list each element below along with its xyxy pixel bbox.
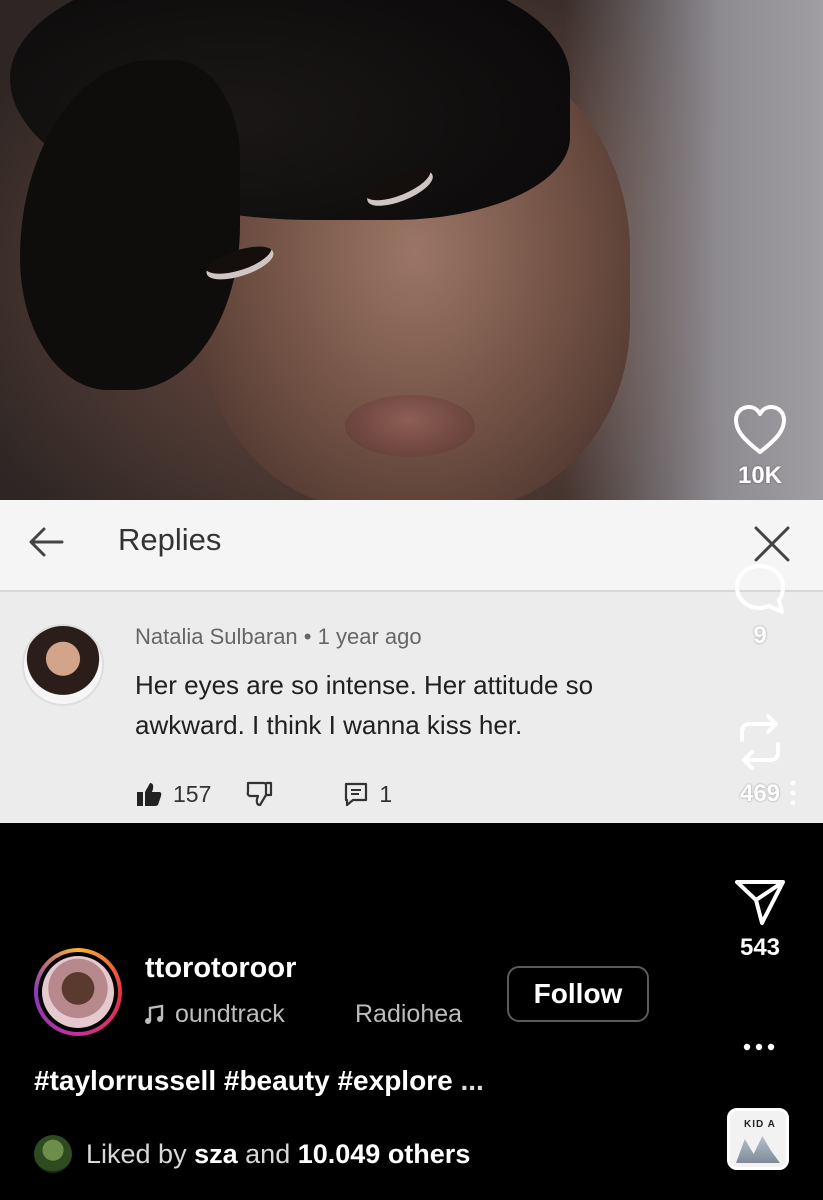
follow-button[interactable]: Follow bbox=[507, 966, 649, 1022]
audio-info[interactable]: oundtrack Radiohea bbox=[143, 1000, 485, 1029]
more-vertical-icon[interactable] bbox=[788, 778, 798, 808]
replies-title: Replies bbox=[118, 522, 222, 557]
more-horizontal-icon[interactable] bbox=[742, 1042, 776, 1052]
photo-lips bbox=[345, 395, 475, 457]
author-username[interactable]: ttorotoroor bbox=[145, 952, 296, 985]
author-avatar[interactable] bbox=[34, 948, 122, 1036]
comment-text: Her eyes are so intense. Her attitude so… bbox=[135, 670, 594, 740]
like-button[interactable]: 10K bbox=[715, 404, 805, 490]
reply-icon bbox=[345, 782, 368, 807]
share-button[interactable]: 543 bbox=[715, 876, 805, 962]
share-count-rail: 543 bbox=[739, 934, 781, 961]
repost-count-rail: 469 bbox=[739, 780, 781, 807]
caption-text: #taylorrussell #beauty #explore bbox=[34, 1065, 453, 1096]
liked-by-row[interactable]: Liked by sza and 10.049 others bbox=[34, 1135, 470, 1173]
comment-meta: Natalia Sulbaran • 1 year ago bbox=[135, 624, 422, 650]
replies-header: Replies bbox=[0, 500, 823, 592]
audio-thumb-art bbox=[736, 1136, 780, 1163]
send-icon bbox=[735, 880, 785, 925]
liked-prefix: Liked by bbox=[86, 1138, 187, 1169]
comment-actions: 157 1 bbox=[135, 777, 392, 811]
thumbs-down-icon bbox=[247, 781, 273, 807]
repost-icon bbox=[740, 714, 780, 770]
heart-icon bbox=[734, 405, 786, 454]
close-icon bbox=[754, 526, 790, 562]
liked-user[interactable]: sza bbox=[194, 1139, 238, 1170]
post-caption[interactable]: #taylorrussell #beauty #explore ... bbox=[34, 1065, 484, 1097]
back-arrow-icon bbox=[29, 527, 64, 557]
commenter-avatar bbox=[22, 624, 104, 706]
audio-artist: Radiohea bbox=[355, 1000, 463, 1028]
thumbs-up-icon bbox=[137, 783, 162, 806]
comment-button[interactable]: 9 bbox=[715, 562, 805, 650]
audio-thumb-title: KID A bbox=[744, 1119, 776, 1130]
liked-mid: and bbox=[245, 1138, 291, 1169]
comment-screenshot: Replies Natalia Sulbaran • 1 year ago He… bbox=[0, 500, 823, 823]
music-note-icon bbox=[145, 1004, 164, 1024]
caption-more[interactable]: ... bbox=[460, 1065, 483, 1096]
liked-count[interactable]: 10.049 others bbox=[298, 1139, 471, 1170]
author-avatar-image bbox=[42, 956, 114, 1028]
comment-count-rail: 9 bbox=[753, 622, 767, 649]
comment-time: 1 year ago bbox=[317, 624, 422, 649]
audio-thumbnail[interactable]: KID A bbox=[727, 1108, 789, 1170]
liker-avatar bbox=[34, 1135, 72, 1173]
post-photo[interactable] bbox=[0, 0, 823, 500]
like-count: 157 bbox=[173, 780, 212, 807]
chat-bubble-icon bbox=[735, 564, 785, 614]
author-avatar-inner bbox=[38, 952, 118, 1032]
commenter-name: Natalia Sulbaran bbox=[135, 624, 298, 649]
like-count-rail: 10K bbox=[737, 462, 783, 489]
reply-count: 1 bbox=[379, 780, 393, 807]
audio-track: oundtrack bbox=[175, 1000, 285, 1028]
meta-separator: • bbox=[303, 624, 312, 649]
